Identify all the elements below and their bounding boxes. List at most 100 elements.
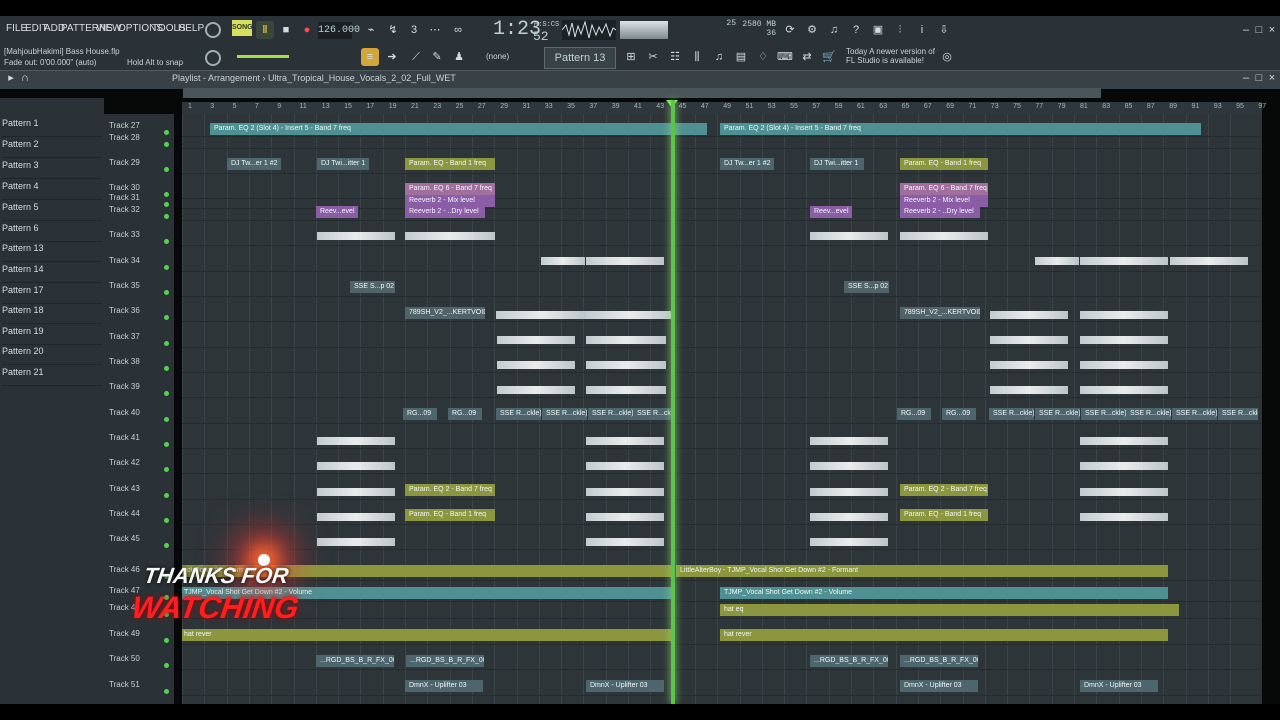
playlist-clip[interactable]: Param. EQ - Band 1 freq: [900, 158, 988, 170]
pitch-knob-icon[interactable]: [205, 50, 221, 66]
track-mute-toggle[interactable]: [164, 638, 169, 643]
audio-clip-waveform[interactable]: [1080, 386, 1168, 394]
playlist-clip[interactable]: SSE R...ckle): [989, 408, 1034, 420]
playlist-clip[interactable]: Param. EQ - Band 1 freq: [405, 158, 495, 170]
audio-clip-waveform[interactable]: [317, 513, 395, 521]
playlist-clip[interactable]: DmnX - Uplifter 03: [900, 680, 978, 692]
playlist-clip[interactable]: SSE R...ckle): [542, 408, 587, 420]
pattern-item[interactable]: Pattern 19: [2, 326, 102, 345]
audio-clip-waveform[interactable]: [586, 257, 664, 265]
pattern-item[interactable]: Pattern 17: [2, 285, 102, 304]
track-mute-toggle[interactable]: [164, 192, 169, 197]
track-label[interactable]: Track 27: [109, 121, 140, 130]
piano-icon[interactable]: ♫: [710, 48, 728, 66]
brush-icon[interactable]: ⟋: [407, 48, 425, 66]
audio-clip-waveform[interactable]: [1080, 488, 1168, 496]
master-knob-icon[interactable]: [205, 22, 221, 38]
download-icon[interactable]: ⇩: [935, 21, 953, 39]
cut-icon[interactable]: ✂: [644, 48, 662, 66]
track-label[interactable]: Track 49: [109, 629, 140, 638]
playlist-clip[interactable]: hat eq: [720, 604, 1179, 616]
audio-clip-waveform[interactable]: [1080, 336, 1168, 344]
arrangement-grid[interactable]: Param. EQ 2 (Slot 4) - Insert 5 - Band 7…: [182, 114, 1262, 704]
playlist-clip[interactable]: Param. EQ 6 - Band 7 freq: [405, 183, 495, 195]
plugin-database-icon[interactable]: ⇄: [798, 48, 816, 66]
playlist-clip[interactable]: RG...09: [942, 408, 976, 420]
audio-clip-waveform[interactable]: [1080, 513, 1168, 521]
plugin-picker-icon[interactable]: ♢: [754, 48, 772, 66]
playlist-clip[interactable]: 789SH_V2_...KERTVOID: [405, 307, 485, 319]
track-label[interactable]: Track 37: [109, 332, 140, 341]
pattern-item[interactable]: Pattern 2: [2, 139, 102, 158]
playlist-clip[interactable]: DJ Twi...itter 1: [810, 158, 864, 170]
help-icon[interactable]: ?: [847, 21, 865, 39]
track-mute-toggle[interactable]: [164, 493, 169, 498]
playlist-clip[interactable]: Reev...evel: [810, 206, 852, 218]
save-icon[interactable]: ▣: [869, 21, 887, 39]
menu-item-file[interactable]: FILE: [6, 23, 27, 34]
piano-roll-icon[interactable]: ➜: [383, 48, 401, 66]
track-mute-toggle[interactable]: [164, 417, 169, 422]
playlist-clip[interactable]: hat rever: [182, 629, 675, 641]
playlist-clip[interactable]: SSE R...ckle): [1172, 408, 1217, 420]
pattern-selector[interactable]: Pattern 13: [544, 47, 616, 69]
audio-clip-waveform[interactable]: [810, 232, 888, 240]
playlist-clip[interactable]: SSE R...ckle): [588, 408, 633, 420]
playlist-clip[interactable]: SSE R...ckle): [496, 408, 541, 420]
playlist-clip[interactable]: Param. EQ - Band 1 freq: [900, 509, 988, 521]
playlist-clip[interactable]: Reeverb 2 - ..Dry level: [900, 206, 980, 218]
track-mute-toggle[interactable]: [164, 442, 169, 447]
playlist-clip[interactable]: 789SH_V2_...KERTVOID: [900, 307, 980, 319]
pattern-item[interactable]: Pattern 18: [2, 305, 102, 324]
mixer-panel-icon[interactable]: ⫼: [688, 48, 706, 66]
audio-clip-waveform[interactable]: [496, 311, 586, 319]
track-label[interactable]: Track 39: [109, 382, 140, 391]
browser-icon[interactable]: ▤: [732, 48, 750, 66]
playlist-clip[interactable]: LittleAlterBoy - TJMP_Vocal Shot Get Dow…: [676, 565, 1168, 577]
audio-clip-waveform[interactable]: [586, 336, 666, 344]
stop-icon[interactable]: ■: [277, 21, 295, 39]
audio-clip-waveform[interactable]: [990, 336, 1068, 344]
audio-clip-waveform[interactable]: [1080, 462, 1168, 470]
playlist-clip[interactable]: SSE R...ckle): [633, 408, 675, 420]
playlist-clip[interactable]: ...RGD_BS_B_R_FX_007: [810, 655, 888, 667]
track-label[interactable]: Track 36: [109, 306, 140, 315]
channel-rack-icon[interactable]: ☷: [666, 48, 684, 66]
audio-clip-waveform[interactable]: [317, 437, 395, 445]
audio-clip-waveform[interactable]: [317, 538, 395, 546]
track-mute-toggle[interactable]: [164, 391, 169, 396]
record-icon[interactable]: ●: [298, 21, 316, 39]
track-label[interactable]: Track 33: [109, 230, 140, 239]
plugin-icon[interactable]: ⚙: [803, 21, 821, 39]
playlist-clip[interactable]: SSE S...p 02: [844, 281, 889, 293]
playlist-icon[interactable]: ≡: [361, 48, 379, 66]
audio-clip-waveform[interactable]: [586, 462, 664, 470]
step-edit-icon[interactable]: ⋯: [426, 21, 444, 39]
audio-clip-waveform[interactable]: [541, 257, 585, 265]
playlist-clip[interactable]: Reeverb 2 - ..Dry level: [405, 206, 485, 218]
audio-clip-waveform[interactable]: [810, 462, 888, 470]
track-mute-toggle[interactable]: [164, 689, 169, 694]
track-label[interactable]: Track 29: [109, 158, 140, 167]
audio-clip-waveform[interactable]: [497, 386, 575, 394]
audio-clip-waveform[interactable]: [1080, 311, 1168, 319]
track-label[interactable]: Track 43: [109, 484, 140, 493]
playlist-clip[interactable]: SSE S...p 02: [350, 281, 395, 293]
track-label[interactable]: Track 42: [109, 458, 140, 467]
track-label[interactable]: Track 28: [109, 133, 140, 142]
audio-clip-waveform[interactable]: [990, 311, 1068, 319]
audio-clip-waveform[interactable]: [405, 232, 495, 240]
info-icon[interactable]: i: [913, 21, 931, 39]
track-mute-toggle[interactable]: [164, 214, 169, 219]
touch-keyboard-icon[interactable]: ⌨: [776, 48, 794, 66]
audio-clip-waveform[interactable]: [810, 437, 888, 445]
playlist-clip[interactable]: Param. EQ 2 - Band 7 freq: [405, 484, 495, 496]
pattern-item[interactable]: Pattern 5: [2, 202, 102, 221]
mixer-icon[interactable]: ⫶: [891, 21, 909, 39]
audio-clip-waveform[interactable]: [586, 437, 664, 445]
track-label[interactable]: Track 40: [109, 408, 140, 417]
playlist-clip[interactable]: SSE R...ckle): [1126, 408, 1171, 420]
track-label[interactable]: Track 44: [109, 509, 140, 518]
pause-icon[interactable]: Ⅱ: [256, 21, 274, 39]
track-mute-toggle[interactable]: [164, 467, 169, 472]
